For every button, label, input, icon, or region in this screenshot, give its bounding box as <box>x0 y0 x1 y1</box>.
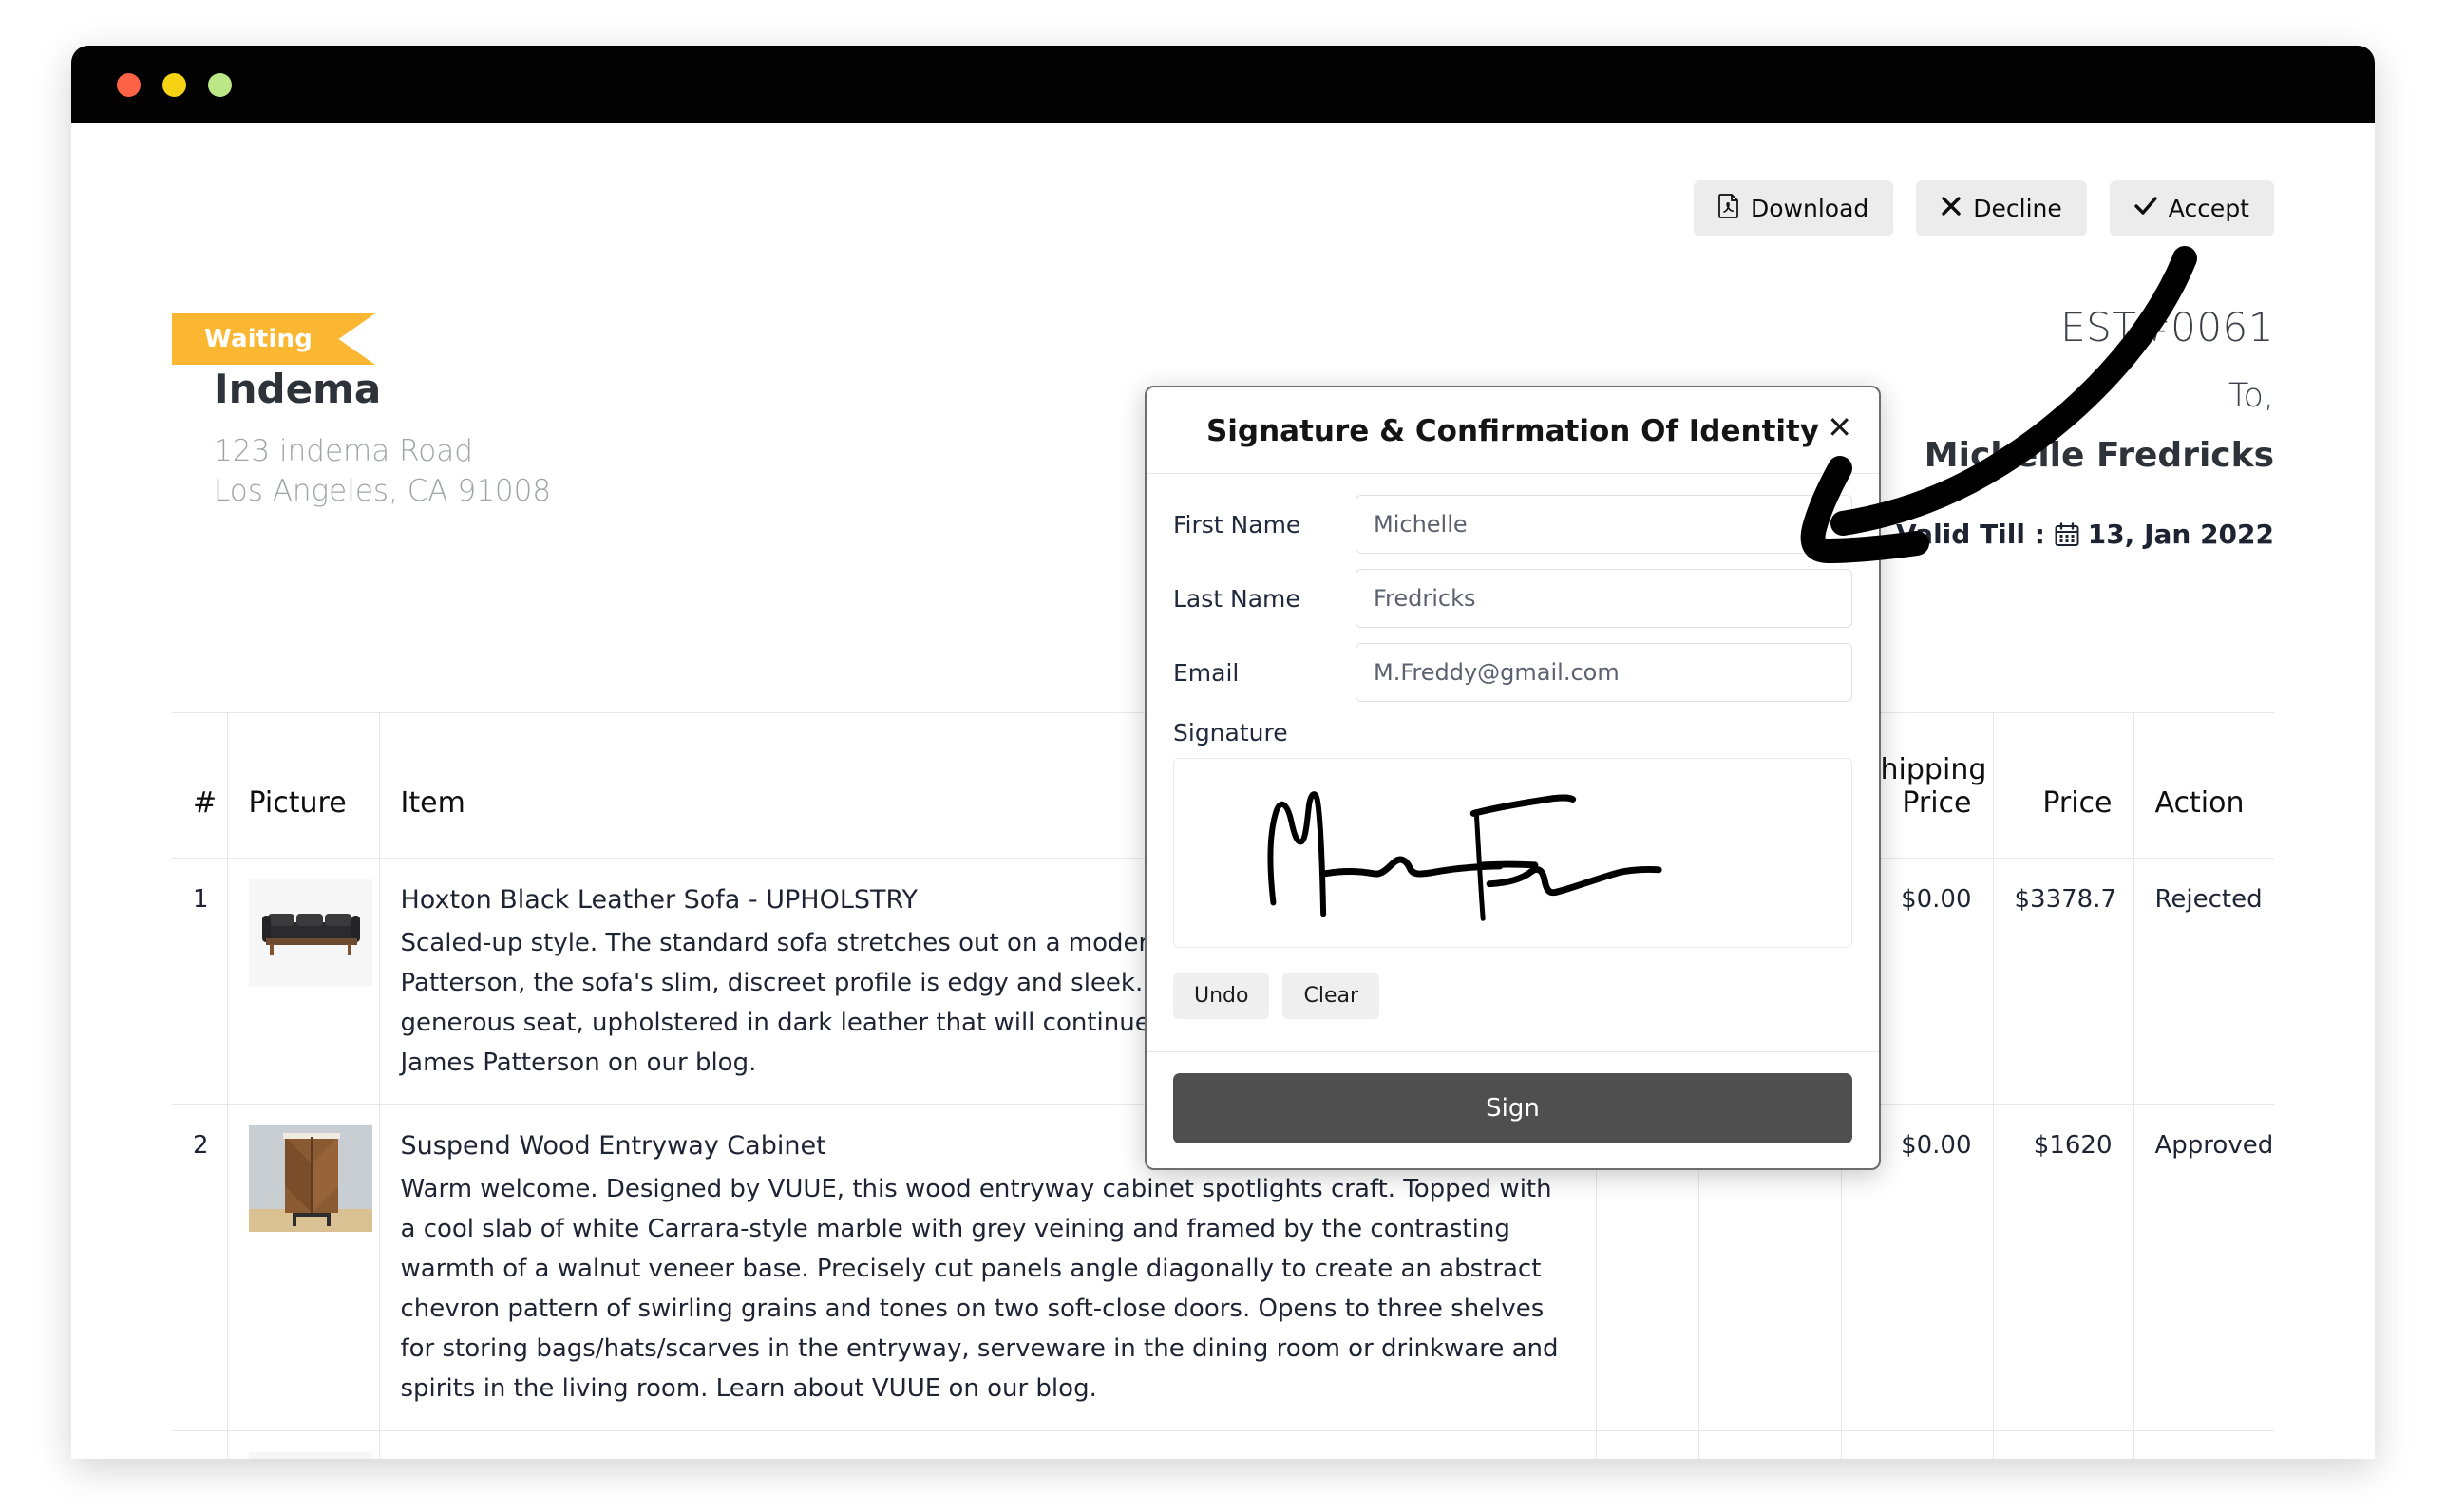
row-price: $1873.75 <box>1992 1430 2133 1459</box>
row-index: 3 <box>172 1430 227 1459</box>
row-action-status: Approved <box>2133 1104 2274 1431</box>
signature-canvas[interactable] <box>1173 758 1852 948</box>
accept-button-label: Accept <box>2168 195 2249 222</box>
row-index: 1 <box>172 858 227 1106</box>
row-picture-cell <box>226 1104 379 1431</box>
close-window-button[interactable] <box>117 72 141 97</box>
row-index: 2 <box>172 1104 227 1431</box>
signature-pad-controls: Undo Clear <box>1173 973 1852 1019</box>
email-field[interactable] <box>1356 643 1852 702</box>
column-header-picture: Picture <box>226 712 379 859</box>
page-viewport: Download Decline Accept Waiting Indema 1… <box>71 123 2375 1459</box>
row-picture-cell <box>226 1430 379 1459</box>
row-action-status: Approved <box>2133 1430 2274 1459</box>
handwritten-signature-stroke <box>1267 791 1662 921</box>
pdf-file-icon <box>1718 194 1739 223</box>
last-name-field[interactable] <box>1356 569 1852 628</box>
last-name-label: Last Name <box>1173 584 1300 613</box>
row-action-status: Rejected <box>2133 858 2274 1106</box>
first-name-row: First Name <box>1173 495 1852 554</box>
table-row: 3 <box>172 1430 2274 1459</box>
recipient-name: Michelle Fredricks <box>1924 436 2274 475</box>
undo-button[interactable]: Undo <box>1173 973 1270 1019</box>
address-line-2: Los Angeles, CA 91008 <box>214 473 552 508</box>
decline-button-label: Decline <box>1973 195 2062 222</box>
valid-till: Valid Till : 13, Jan 2022 <box>1896 519 2274 550</box>
row-picture-cell <box>226 858 379 1106</box>
first-name-field[interactable] <box>1356 495 1852 554</box>
signature-label: Signature <box>1173 719 1288 747</box>
minimize-window-button[interactable] <box>162 72 186 97</box>
signature-modal-header: Signature & Confirmation Of Identity ✕ <box>1147 387 1879 474</box>
screenshot-root: Download Decline Accept Waiting Indema 1… <box>0 0 2446 1512</box>
row-shipping-price: $0.00 <box>1840 1430 1993 1459</box>
window-titlebar <box>71 46 2375 123</box>
sign-button[interactable]: Sign <box>1173 1073 1852 1143</box>
first-name-label: First Name <box>1173 510 1301 539</box>
row-unit-price: $1873.75 <box>1697 1430 1841 1459</box>
email-label: Email <box>1173 658 1240 687</box>
company-name: Indema <box>214 366 382 412</box>
walnut-file-credenza-thumbnail <box>248 1451 372 1459</box>
row-price: $3378.7 <box>1992 858 2133 1106</box>
recipient-label: To, <box>2228 377 2274 415</box>
item-description: Warm welcome. Designed by VUUE, this woo… <box>400 1174 1559 1404</box>
row-price: $1620 <box>1992 1104 2133 1431</box>
close-x-icon[interactable]: ✕ <box>1827 412 1852 443</box>
x-mark-icon <box>1941 196 1962 221</box>
estimate-actions-toolbar: Download Decline Accept <box>1694 180 2274 236</box>
download-button[interactable]: Download <box>1694 180 1894 236</box>
clear-button[interactable]: Clear <box>1282 973 1380 1019</box>
last-name-row: Last Name <box>1173 569 1852 628</box>
valid-till-date: 13, Jan 2022 <box>2087 519 2274 550</box>
black-leather-sofa-thumbnail <box>248 879 372 986</box>
signature-modal: Signature & Confirmation Of Identity ✕ F… <box>1145 386 1881 1170</box>
status-badge: Waiting <box>172 313 375 365</box>
item-title: Fullerton File Credenza <box>401 1452 1575 1459</box>
row-qty: 1 <box>1595 1430 1698 1459</box>
row-item-cell: Fullerton File Credenza Designed by VUUE… <box>378 1430 1596 1459</box>
estimate-meta: EST#0061 To, Michelle Fredricks Valid Ti… <box>1896 304 2274 550</box>
email-row: Email <box>1173 643 1852 702</box>
column-header-index: # <box>172 712 227 859</box>
address-line-1: 123 indema Road <box>214 434 473 468</box>
signature-modal-body: First Name Last Name Email Signature <box>1147 474 1879 1051</box>
valid-till-label: Valid Till : <box>1896 519 2045 550</box>
maximize-window-button[interactable] <box>208 72 232 97</box>
walnut-entryway-cabinet-thumbnail <box>248 1125 372 1233</box>
calendar-icon <box>2055 521 2088 550</box>
signature-modal-title: Signature & Confirmation Of Identity <box>1205 414 1820 448</box>
browser-window: Download Decline Accept Waiting Indema 1… <box>71 46 2375 1459</box>
column-header-price: Price <box>1992 712 2133 859</box>
decline-button[interactable]: Decline <box>1916 180 2087 236</box>
estimate-number: EST#0061 <box>2060 304 2274 350</box>
signature-modal-footer: Sign <box>1147 1051 1879 1168</box>
company-address: 123 indema Road Los Angeles, CA 91008 <box>214 432 551 512</box>
download-button-label: Download <box>1751 195 1869 222</box>
column-header-action: Action <box>2133 712 2274 859</box>
accept-button[interactable]: Accept <box>2109 180 2274 236</box>
check-mark-icon <box>2134 196 2157 221</box>
